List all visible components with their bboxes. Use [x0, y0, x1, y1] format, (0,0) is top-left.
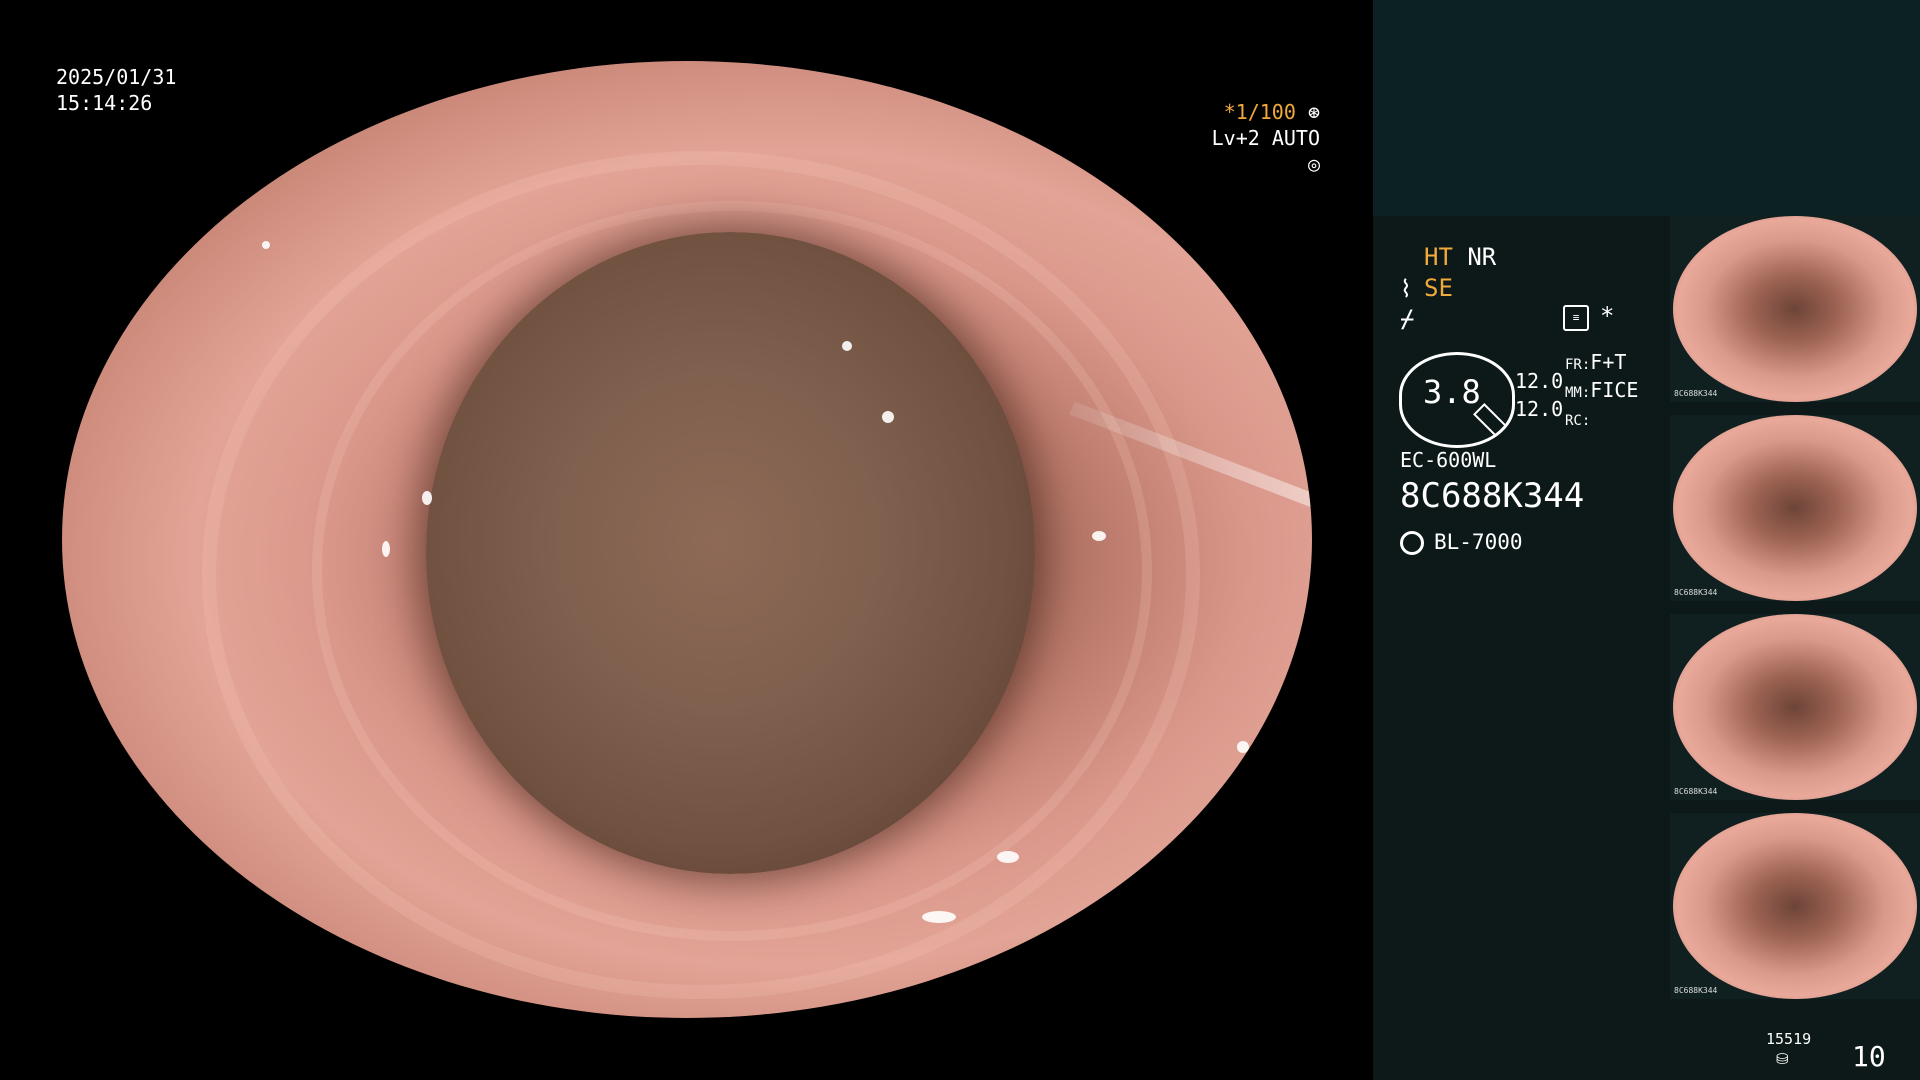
se-label: SE [1424, 274, 1453, 302]
mm-setting: MM:FICE [1565, 378, 1638, 406]
light-glint [997, 851, 1019, 863]
fr-label: FR: [1565, 357, 1591, 373]
thumbnail-label: 8C688K344 [1674, 389, 1718, 398]
thumbnail[interactable]: 8C688K344 [1670, 614, 1920, 800]
settings-block: FR:F+T MM:FICE RC: [1565, 350, 1638, 434]
thumbnail-label: 8C688K344 [1674, 588, 1718, 597]
ht-label: HT [1424, 243, 1453, 271]
image-count: 15519 [1766, 1030, 1812, 1048]
rc-label: RC: [1565, 413, 1591, 429]
shutter-row: *1/100 ⊛ [1223, 100, 1320, 124]
serial-number: 8C688K344 [1400, 476, 1585, 516]
fr-setting: FR:F+T [1565, 350, 1638, 378]
aperture-icon: ⊛ [1307, 100, 1320, 124]
exposure-info: *1/100 ⊛ Lv+2 AUTO ◎ [1194, 99, 1320, 177]
sidebar-header [1373, 0, 1920, 216]
light-glint [262, 241, 270, 249]
light-glint [882, 411, 894, 423]
settings-icon: ≡ [1563, 305, 1589, 331]
se-row: SE [1424, 273, 1496, 304]
light-glint [842, 341, 852, 351]
light-label: BL-7000 [1434, 530, 1523, 554]
light-glint [382, 541, 390, 557]
rc-setting: RC: [1565, 406, 1638, 434]
mm-label: MM: [1565, 385, 1591, 401]
level-row: Lv+2 AUTO ◎ [1194, 125, 1320, 177]
slash-icon: ⌿ [1400, 305, 1415, 333]
values: 12.0 12.0 [1515, 367, 1563, 423]
scope-model: EC-600WL [1400, 448, 1497, 472]
endoscope-view [62, 61, 1312, 1018]
thumbnail-label: 8C688K344 [1674, 787, 1718, 796]
asterisk-icon: * [1600, 302, 1615, 330]
thumbnail-strip: 8C688K344 8C688K344 8C688K344 8C688K344 [1670, 216, 1920, 1012]
thumbnail-image [1673, 614, 1917, 800]
thumbnail[interactable]: 8C688K344 [1670, 415, 1920, 601]
thumbnail-label: 8C688K344 [1674, 986, 1718, 995]
light-glint [922, 911, 956, 923]
zoom-value: 3.8 [1423, 373, 1481, 411]
time: 15:14:26 [56, 91, 153, 115]
exposure-level: Lv+2 AUTO [1211, 126, 1320, 150]
thumbnail-image [1673, 415, 1917, 601]
thumbnail-image [1673, 813, 1917, 999]
fr-value: F+T [1590, 350, 1627, 374]
wave-icon: ⌇ [1400, 275, 1412, 303]
value-2: 12.0 [1515, 397, 1564, 421]
thumbnail-image [1673, 216, 1917, 402]
shutter-speed: 1/100 [1235, 100, 1296, 124]
light-glint [1092, 531, 1106, 541]
status-row: HT NR [1424, 242, 1496, 273]
nr-label: NR [1467, 243, 1497, 271]
processing-status: HT NR SE [1424, 242, 1496, 304]
date: 2025/01/31 [56, 65, 177, 89]
mm-value: FICE [1590, 378, 1639, 402]
light-glint [1237, 741, 1249, 753]
thumbnail[interactable]: 8C688K344 [1670, 813, 1920, 999]
light-glint [422, 491, 432, 505]
light-icon [1400, 531, 1424, 555]
light-source: BL-7000 [1400, 530, 1523, 555]
footer-number: 10 [1852, 1040, 1886, 1073]
scope-image [62, 61, 1312, 1018]
disk-icon: ⛁ [1776, 1050, 1789, 1068]
value-1: 12.0 [1515, 369, 1564, 393]
thumbnail[interactable]: 8C688K344 [1670, 216, 1920, 402]
auto-icon: ◎ [1307, 152, 1320, 176]
datetime: 2025/01/31 15:14:26 [56, 64, 176, 116]
lumen [426, 232, 1035, 874]
